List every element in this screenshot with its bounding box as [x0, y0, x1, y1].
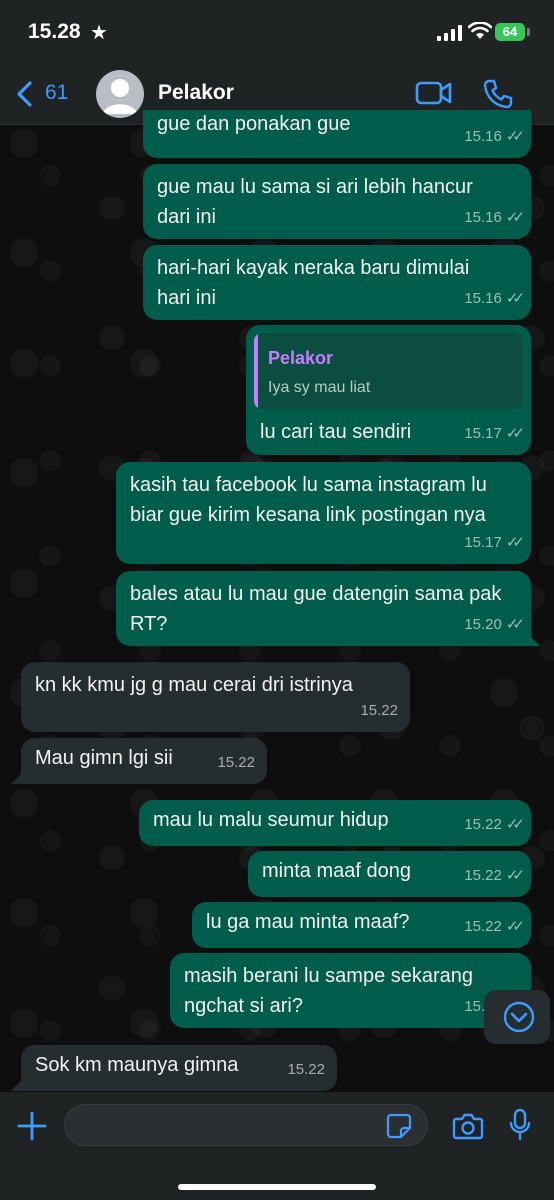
wifi-icon [468, 22, 492, 39]
cellular-signal-icon [437, 25, 462, 41]
bubble-tail [528, 634, 540, 646]
camera-icon[interactable] [452, 1112, 484, 1140]
contact-name[interactable]: Pelakor [158, 81, 234, 105]
microphone-icon[interactable] [508, 1108, 532, 1142]
message-time: 15.17 [464, 425, 502, 442]
message-time: 15.20 [464, 616, 502, 633]
plus-icon[interactable] [16, 1110, 48, 1142]
message-incoming[interactable]: kn kk kmu jg g mau cerai dri istrinya 15… [21, 662, 410, 732]
battery-cap [527, 28, 530, 36]
message-meta: 15.22✓✓ [464, 810, 525, 840]
message-time: 15.22 [360, 702, 398, 719]
double-check-icon: ✓✓ [505, 867, 525, 884]
contact-avatar[interactable] [96, 70, 144, 118]
message-text: hari-hari kayak neraka baru dimulai hari… [157, 257, 470, 309]
message-text: lu cari tau sendiri [260, 421, 412, 443]
message-incoming[interactable]: Sok km maunya gimna 15.22 [21, 1045, 337, 1091]
message-time: 15.22 [464, 867, 502, 884]
message-outgoing[interactable]: mau lu malu seumur hidup 15.22 ✓✓ [139, 800, 531, 846]
chevron-down-icon [503, 1001, 535, 1033]
message-outgoing[interactable]: gue mau lu sama si ari lebih hancur dari… [143, 164, 531, 239]
double-check-icon: ✓✓ [505, 209, 525, 226]
message-text: kn kk kmu jg g mau cerai dri istrinya [35, 674, 353, 696]
battery-level: 64 [502, 24, 518, 39]
message-meta: 15.17 ✓✓ [464, 528, 525, 558]
battery-indicator: 64 [495, 23, 525, 41]
double-check-icon: ✓✓ [505, 918, 525, 935]
video-call-icon[interactable] [415, 80, 453, 106]
home-indicator [178, 1184, 376, 1190]
status-bar: 15.28 ★ 64 [0, 0, 554, 64]
bubble-tail [11, 1079, 23, 1091]
message-meta: 15.22 [287, 1055, 325, 1085]
double-check-icon: ✓✓ [505, 290, 525, 307]
quote-author: Pelakor [268, 348, 334, 368]
message-outgoing[interactable]: masih berani lu sampe sekarang ngchat si… [170, 953, 531, 1028]
quoted-message[interactable]: Pelakor Iya sy mau liat [254, 333, 523, 409]
message-outgoing[interactable]: kasih tau facebook lu sama instagram lu … [116, 462, 531, 564]
scroll-to-bottom-button[interactable] [484, 990, 550, 1044]
message-time: 15.16 [464, 128, 502, 145]
message-outgoing[interactable]: gue dan ponakan gue 15.16 ✓✓ [143, 110, 531, 158]
message-text: gue dan ponakan gue [157, 113, 351, 135]
message-meta: 15.22✓✓ [464, 912, 525, 942]
double-check-icon: ✓✓ [505, 616, 525, 633]
message-text: gue mau lu sama si ari lebih hancur dari… [157, 176, 473, 228]
message-time: 15.22 [464, 816, 502, 833]
quote-text: Iya sy mau liat [268, 379, 371, 396]
star-icon: ★ [90, 22, 108, 44]
quote-accent-bar [254, 333, 258, 409]
message-input[interactable] [64, 1104, 428, 1146]
message-meta: 15.16 ✓✓ [464, 203, 525, 233]
message-outgoing[interactable]: lu ga mau minta maaf? 15.22 ✓✓ [192, 902, 531, 948]
default-avatar-icon [103, 79, 137, 114]
back-unread-count[interactable]: 61 [45, 81, 68, 105]
sticker-icon[interactable] [386, 1113, 412, 1139]
double-check-icon: ✓✓ [505, 534, 525, 551]
message-time: 15.16 [464, 209, 502, 226]
message-time: 15.22 [287, 1061, 325, 1078]
double-check-icon: ✓✓ [505, 425, 525, 442]
message-text: mau lu malu seumur hidup [153, 809, 389, 831]
message-time: 15.22 [217, 754, 255, 771]
message-meta: 15.22 [360, 696, 398, 726]
message-incoming[interactable]: Mau gimn lgi sii 15.22 [21, 738, 267, 784]
back-chevron-icon[interactable] [14, 80, 36, 108]
message-outgoing[interactable]: minta maaf dong 15.22 ✓✓ [248, 851, 531, 897]
message-meta: 15.20 ✓✓ [464, 610, 525, 640]
message-meta: 15.16 ✓✓ [464, 122, 525, 152]
message-text: bales atau lu mau gue datengin sama pak … [130, 583, 502, 635]
message-meta: 15.17 ✓✓ [464, 419, 525, 449]
message-time: 15.17 [464, 534, 502, 551]
message-meta: 15.22✓✓ [464, 861, 525, 891]
message-outgoing[interactable]: hari-hari kayak neraka baru dimulai hari… [143, 245, 531, 320]
double-check-icon: ✓✓ [505, 128, 525, 145]
message-meta: 15.22 [217, 748, 255, 778]
message-time: 15.16 [464, 290, 502, 307]
status-time: 15.28 [28, 20, 81, 43]
double-check-icon: ✓✓ [505, 816, 525, 833]
message-text: Sok km maunya gimna [35, 1054, 239, 1076]
message-outgoing-reply[interactable]: Pelakor Iya sy mau liat lu cari tau send… [246, 325, 531, 455]
message-text: kasih tau facebook lu sama instagram lu … [130, 474, 487, 526]
message-time: 15.22 [464, 918, 502, 935]
message-outgoing[interactable]: bales atau lu mau gue datengin sama pak … [116, 571, 531, 646]
message-meta: 15.16 ✓✓ [464, 284, 525, 314]
bubble-tail [11, 772, 23, 784]
phone-call-icon[interactable] [482, 78, 514, 110]
